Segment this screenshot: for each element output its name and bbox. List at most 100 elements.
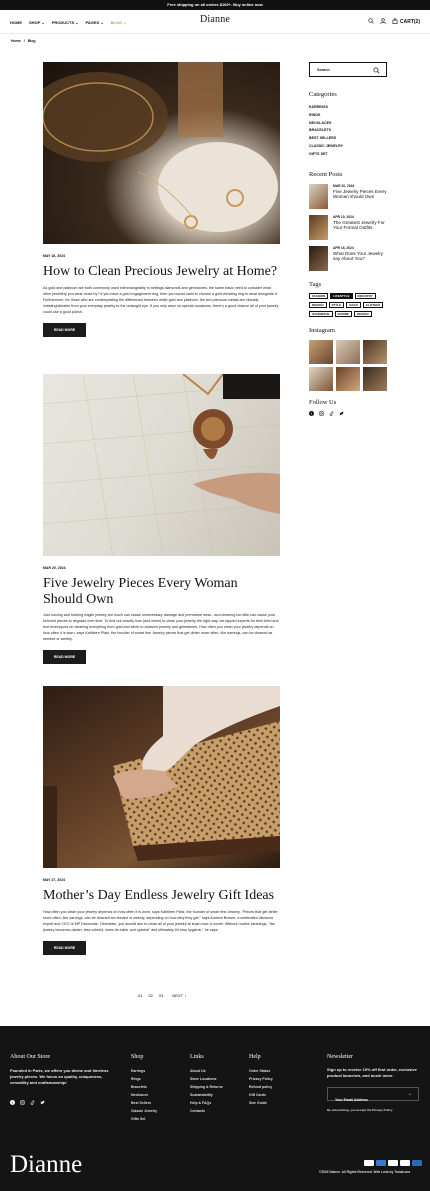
announcement-bar: Free shipping on all orders $100+. Buy o… <box>0 0 430 10</box>
cart-label: CART(2) <box>400 19 420 25</box>
recent-post[interactable]: APR 16, 2024 What Does Your Jewelry say A… <box>309 245 387 271</box>
footer-about: About Our Store Founded in Paris, we off… <box>10 1054 110 1110</box>
instagram-photo[interactable] <box>309 366 333 391</box>
header-icons: CART(2) <box>368 10 420 34</box>
next-label: NEXT <box>172 993 184 998</box>
recent-posts-heading: Recent Posts <box>309 170 343 178</box>
diners-icon <box>412 1160 422 1166</box>
footer-link[interactable]: Refund policy <box>249 1083 273 1091</box>
post-title[interactable]: Mother’s Day Endless Jewelry Gift Ideas <box>43 888 280 904</box>
footer-link[interactable]: Privacy Policy <box>249 1075 273 1083</box>
category-link[interactable]: RINGS <box>309 112 387 120</box>
footer-link[interactable]: Necklaces <box>131 1091 157 1099</box>
facebook-icon[interactable]: f <box>10 1092 15 1110</box>
search-input[interactable] <box>310 63 370 76</box>
instagram-photo[interactable] <box>309 339 333 364</box>
next-page-link[interactable]: NEXT › <box>172 993 186 998</box>
footer-link[interactable]: Gift Cards <box>249 1091 273 1099</box>
tag-link[interactable]: FASHION <box>309 292 329 299</box>
search-icon[interactable] <box>368 18 374 26</box>
instagram-photo[interactable] <box>363 366 387 391</box>
instagram-photo[interactable] <box>363 339 387 364</box>
post-image[interactable] <box>43 62 280 244</box>
footer-link[interactable]: Rings <box>131 1075 157 1083</box>
category-link[interactable]: GIFTS SET <box>309 151 387 159</box>
tag-link[interactable]: HANDMADE <box>309 310 333 317</box>
post-excerpt: How often you clean your jewelry depends… <box>43 909 278 932</box>
footer-link[interactable]: Earrings <box>131 1067 157 1075</box>
post-title[interactable]: Five Jewelry Pieces Every Woman Should O… <box>43 576 280 607</box>
tag-link[interactable]: STYLE <box>328 301 345 308</box>
tag-link[interactable]: DESIGN <box>309 301 327 308</box>
page-link[interactable]: 02 <box>148 993 152 998</box>
footer-link[interactable]: Sustainability <box>190 1091 223 1099</box>
recent-post-title[interactable]: The Greatest Jewelry For Your Formal Out… <box>333 220 387 231</box>
recent-post-thumb[interactable] <box>309 245 328 271</box>
footer-link[interactable]: Store Locations <box>190 1075 223 1083</box>
recent-post-thumb[interactable] <box>309 183 328 209</box>
email-field[interactable] <box>328 1094 403 1106</box>
breadcrumb-home[interactable]: Home <box>11 39 21 43</box>
tag-link-active[interactable]: LIFESTYLE <box>330 292 353 299</box>
recent-post-thumb[interactable] <box>309 214 328 240</box>
tag-link[interactable]: DIANNE <box>334 310 353 317</box>
svg-text:f: f <box>12 1101 13 1105</box>
post-date: MAY 27, 2024 <box>43 878 65 882</box>
page-link[interactable]: 01 <box>138 993 142 998</box>
footer-logo[interactable]: Dianne <box>10 1151 82 1179</box>
tiktok-icon[interactable] <box>30 1092 35 1110</box>
footer-help-heading: Help <box>249 1054 261 1060</box>
twitter-icon[interactable] <box>40 1092 45 1110</box>
instagram-heading: Instagram <box>309 326 335 334</box>
post-image[interactable] <box>43 374 280 556</box>
footer-link[interactable]: Gifts Set <box>131 1115 157 1123</box>
read-more-button[interactable]: READ MORE <box>43 940 86 955</box>
recent-post-title[interactable]: Five Jewelry Pieces Every Woman should O… <box>333 189 387 200</box>
recent-post[interactable]: MAR 20, 2024 Five Jewelry Pieces Every Wo… <box>309 183 387 209</box>
site-logo[interactable]: Dianne <box>0 14 430 25</box>
tag-link[interactable]: INDUSTRY <box>354 292 376 299</box>
breadcrumb-current: Blog <box>27 39 36 43</box>
account-icon[interactable] <box>380 18 386 26</box>
category-link[interactable]: CLASSIC JEWELRY <box>309 143 387 151</box>
footer-link[interactable]: Order Status <box>249 1067 273 1075</box>
footer-link[interactable]: Bracelets <box>131 1083 157 1091</box>
read-more-button[interactable]: READ MORE <box>43 650 86 664</box>
recent-post[interactable]: APR 10, 2024 The Greatest Jewelry For You… <box>309 214 387 240</box>
twitter-icon[interactable] <box>339 411 344 418</box>
category-link[interactable]: BRACELETS <box>309 127 387 135</box>
footer-link[interactable]: Best Sellers <box>131 1099 157 1107</box>
recent-post-title[interactable]: What Does Your Jewelry say About You? <box>333 251 387 262</box>
category-link[interactable]: NECKLACES <box>309 120 387 128</box>
tag-link[interactable]: GOLD <box>346 301 361 308</box>
svg-text:f: f <box>311 412 312 416</box>
footer-link[interactable]: Shipping & Returns <box>190 1083 223 1091</box>
instagram-icon[interactable] <box>20 1092 25 1110</box>
post-image[interactable] <box>43 686 280 868</box>
category-link[interactable]: EARRINGS <box>309 104 387 112</box>
blog-post: MAR 20, 2024 Five Jewelry Pieces Every W… <box>43 374 280 664</box>
chevron-right-icon: › <box>185 993 187 998</box>
page-link[interactable]: 03 <box>159 993 163 998</box>
facebook-icon[interactable]: f <box>309 410 314 418</box>
footer-link[interactable]: Help & FAQs <box>190 1099 223 1107</box>
instagram-photo[interactable] <box>336 339 360 364</box>
tag-link[interactable]: DESIGN <box>354 310 372 317</box>
post-date: MAR 20, 2024 <box>43 566 66 570</box>
recent-post-date: APR 16, 2024 <box>333 245 354 250</box>
footer-link[interactable]: Classic Jewelry <box>131 1107 157 1115</box>
footer-link[interactable]: About Us <box>190 1067 223 1075</box>
sidebar-search <box>309 62 387 77</box>
footer-shop: Shop Earrings Rings Bracelets Necklaces … <box>131 1054 157 1123</box>
footer-link[interactable]: Contacts <box>190 1107 223 1115</box>
instagram-photo[interactable] <box>336 366 360 391</box>
instagram-icon[interactable] <box>319 410 324 418</box>
post-title[interactable]: How to Clean Precious Jewelry at Home? <box>43 264 280 280</box>
read-more-button[interactable]: READ MORE <box>43 322 86 337</box>
arrow-right-icon[interactable]: → <box>407 1091 412 1097</box>
tag-link[interactable]: CLOTHES <box>362 301 384 308</box>
footer-link[interactable]: Size Guide <box>249 1099 273 1107</box>
category-link[interactable]: BEST SELLERS <box>309 135 387 143</box>
cart-button[interactable]: CART(2) <box>392 18 420 26</box>
tiktok-icon[interactable] <box>329 410 334 418</box>
